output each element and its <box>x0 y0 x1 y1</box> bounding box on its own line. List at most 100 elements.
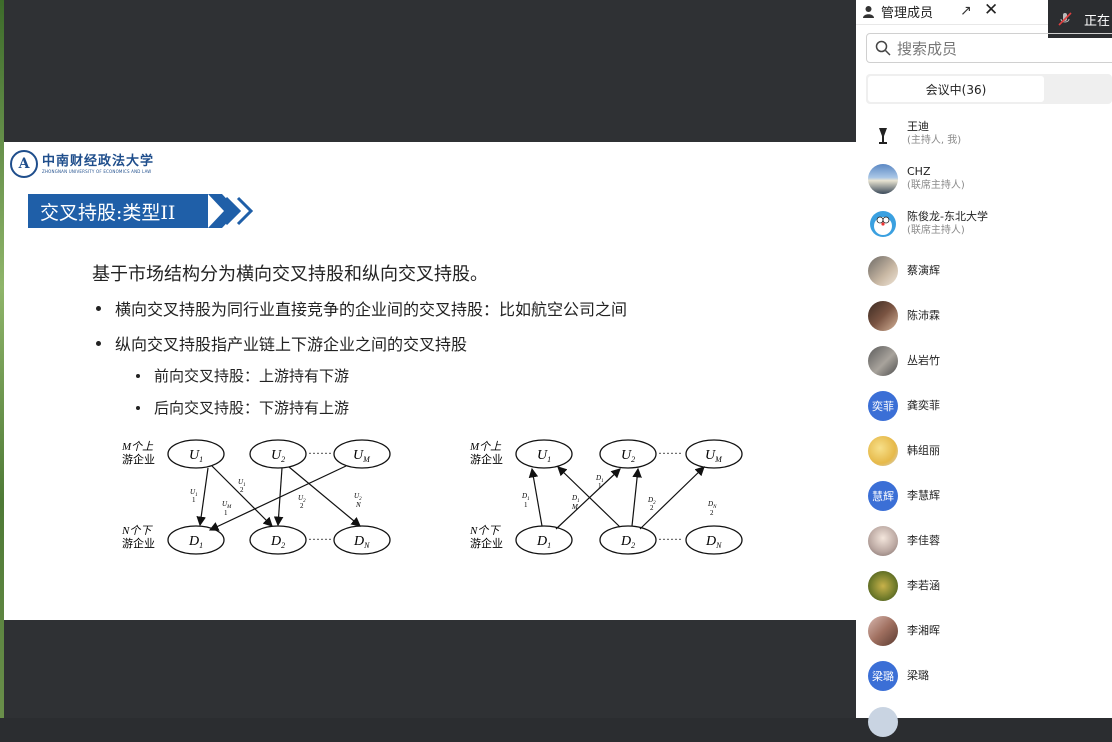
member-name: 李慧辉 <box>907 489 940 502</box>
member-name: 丛岩竹 <box>907 354 940 367</box>
member-name: 韩组丽 <box>907 444 940 457</box>
member-item-partial[interactable] <box>868 702 898 742</box>
search-placeholder: 搜索成员 <box>897 39 958 58</box>
backward-holding-diagram: M个上 游企业 N个下 游企业 U1 U2 ······ UM D1 D2 ··… <box>469 439 743 555</box>
avatar: 慧辉 <box>868 481 898 511</box>
slide-title: 交叉持股:类型II <box>28 194 208 228</box>
member-item[interactable]: 梁璐 梁璐 <box>868 656 929 696</box>
panel-title: 管理成员 <box>881 5 934 21</box>
bullet-text: 纵向交叉持股指产业链上下游企业之间的交叉持股 <box>115 335 468 354</box>
member-item[interactable]: 陈沛霖 <box>868 296 940 336</box>
university-logo: A 中南财经政法大学 ZHONGNAN UNIVERSITY OF ECONOM… <box>10 150 154 178</box>
member-name: 蔡演辉 <box>907 264 940 277</box>
avatar <box>868 526 898 556</box>
bullet-text: 后向交叉持股：下游持有上游 <box>154 399 350 417</box>
member-item[interactable]: 韩组丽 <box>868 431 940 471</box>
svg-text:N: N <box>355 501 361 509</box>
upstream-label-2: 游企业 <box>470 452 503 466</box>
avatar <box>868 164 898 194</box>
member-item[interactable]: 王迪 (主持人, 我) <box>868 114 961 154</box>
member-role: (主持人, 我) <box>907 135 962 146</box>
avatar: 梁璐 <box>868 661 898 691</box>
ellipsis-dots: ······ <box>308 532 332 546</box>
slide-intro: 基于市场结构分为横向交叉持股和纵向交叉持股。 <box>92 264 488 285</box>
svg-text:1: 1 <box>598 482 602 490</box>
avatar <box>868 301 898 331</box>
bullet-horizontal: 横向交叉持股为同行业直接竞争的企业间的交叉持股：比如航空公司之间 <box>96 296 627 320</box>
svg-text:1: 1 <box>524 501 528 509</box>
avatar <box>868 119 898 149</box>
bullet-dot-icon <box>96 305 101 311</box>
member-role: (联席主持人) <box>907 180 965 191</box>
close-icon[interactable]: ✕ <box>984 0 998 20</box>
member-name: 王迪 <box>907 120 929 133</box>
member-name: 李佳蓉 <box>907 534 940 547</box>
logo-name: 中南财经政法大学 <box>42 153 155 169</box>
downstream-label-2: 游企业 <box>470 536 503 550</box>
member-name: 李湘晖 <box>907 624 940 637</box>
search-icon <box>875 40 891 56</box>
mic-muted-icon <box>1058 12 1072 26</box>
member-name: 陈俊龙-东北大学 <box>907 210 988 223</box>
bullet-dot-icon <box>96 340 101 346</box>
member-item[interactable]: CHZ (联席主持人) <box>868 159 965 199</box>
recording-label: 正在 <box>1084 13 1111 29</box>
university-seal-icon: A <box>10 150 38 178</box>
member-search-input[interactable]: 搜索成员 <box>866 33 1112 63</box>
upstream-label: M个上 <box>469 440 502 453</box>
avatar <box>868 616 898 646</box>
avatar <box>868 209 898 239</box>
ellipsis-dots: ······ <box>658 532 682 546</box>
member-item[interactable]: 李若涵 <box>868 566 940 606</box>
svg-text:M: M <box>571 503 579 511</box>
avatar <box>868 707 898 737</box>
svg-text:2: 2 <box>710 509 714 517</box>
avatar <box>868 256 898 286</box>
presentation-slide: A 中南财经政法大学 ZHONGNAN UNIVERSITY OF ECONOM… <box>4 142 856 620</box>
forward-holding-diagram: M个上 游企业 N个下 游企业 U1 U2 ······ UM D1 D2 ··… <box>121 439 391 555</box>
member-tabs: 会议中(36) <box>866 74 1112 104</box>
sub-bullet-forward: 前向交叉持股：上游持有下游 <box>136 365 349 386</box>
tab-in-meeting[interactable]: 会议中(36) <box>868 76 1044 102</box>
member-item[interactable]: 丛岩竹 <box>868 341 940 381</box>
svg-text:2: 2 <box>240 486 244 494</box>
members-panel: 管理成员 ↗ ✕ 正在 搜索成员 会议中(36) 王迪 (主持人, 我) CHZ (… <box>856 0 1112 737</box>
bullet-text: 前向交叉持股：上游持有下游 <box>154 367 350 385</box>
sub-bullet-backward: 后向交叉持股：下游持有上游 <box>136 397 349 418</box>
shared-screen: A 中南财经政法大学 ZHONGNAN UNIVERSITY OF ECONOM… <box>4 0 856 718</box>
member-role: (联席主持人) <box>907 225 965 236</box>
svg-text:1: 1 <box>192 496 196 504</box>
member-item[interactable]: 陈俊龙-东北大学 (联席主持人) <box>868 204 988 244</box>
upstream-label-2: 游企业 <box>122 452 155 466</box>
member-item[interactable]: 李湘晖 <box>868 611 940 651</box>
downstream-label: N个下 <box>121 524 153 537</box>
member-name: CHZ <box>907 165 931 178</box>
chevron-arrow-icon <box>208 194 254 228</box>
logo-subtitle: ZHONGNAN UNIVERSITY OF ECONOMICS AND LAW <box>42 168 152 174</box>
svg-text:2: 2 <box>650 504 654 512</box>
svg-text:1: 1 <box>224 509 228 517</box>
member-name: 李若涵 <box>907 579 940 592</box>
popout-icon[interactable]: ↗ <box>960 3 972 19</box>
avatar <box>868 571 898 601</box>
upstream-label: M个上 <box>121 440 154 453</box>
bullet-dot-icon <box>136 373 140 378</box>
person-icon <box>863 5 874 18</box>
member-name: 梁璐 <box>907 669 929 682</box>
tab-manage-members[interactable]: 管理成员 <box>862 0 933 22</box>
bullet-dot-icon <box>136 405 140 410</box>
member-item[interactable]: 慧辉 李慧辉 <box>868 476 940 516</box>
downstream-label: N个下 <box>469 524 501 537</box>
avatar: 奕菲 <box>868 391 898 421</box>
avatar <box>868 436 898 466</box>
member-name: 陈沛霖 <box>907 309 940 322</box>
member-item[interactable]: 李佳蓉 <box>868 521 940 561</box>
member-item[interactable]: 蔡演辉 <box>868 251 940 291</box>
avatar <box>868 346 898 376</box>
ellipsis-dots: ······ <box>658 446 682 460</box>
svg-text:2: 2 <box>300 502 304 510</box>
member-name: 龚奕菲 <box>907 399 940 412</box>
bullet-vertical: 纵向交叉持股指产业链上下游企业之间的交叉持股 <box>96 331 467 355</box>
member-item[interactable]: 奕菲 龚奕菲 <box>868 386 940 426</box>
ellipsis-dots: ······ <box>308 446 332 460</box>
